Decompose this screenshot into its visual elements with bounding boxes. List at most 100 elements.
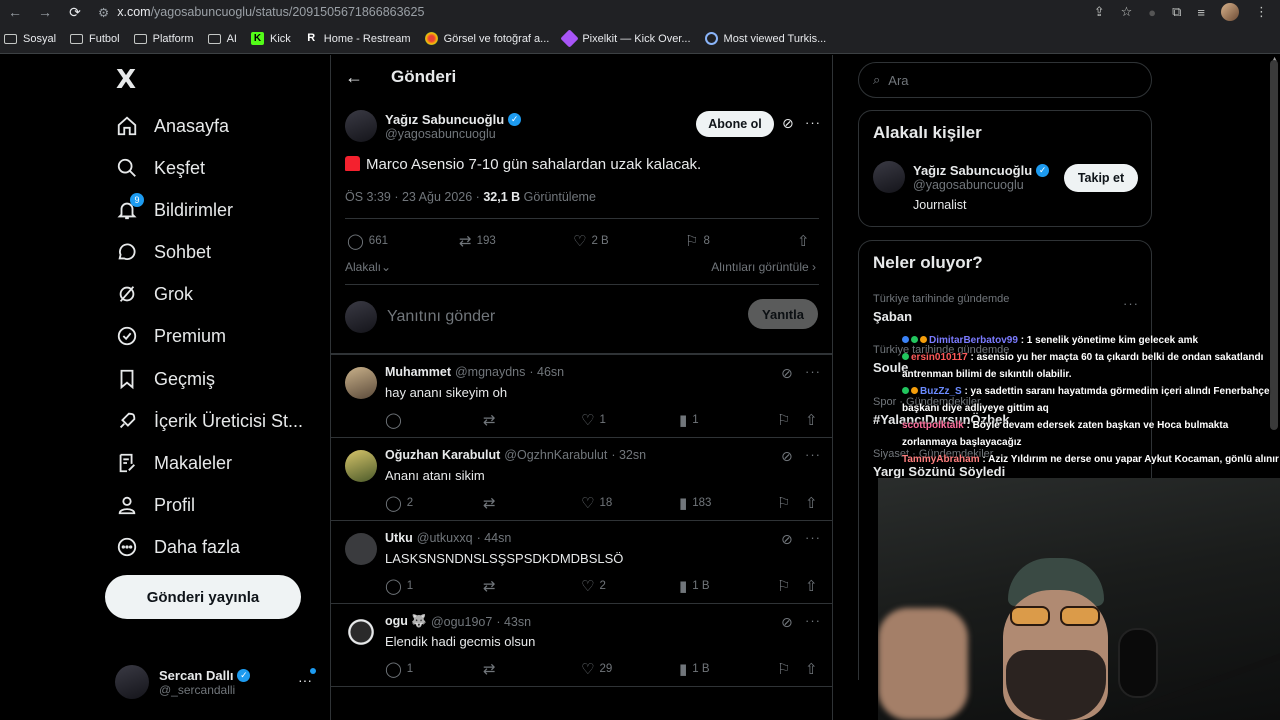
- avatar[interactable]: [345, 616, 377, 648]
- reply-button[interactable]: Yanıtla: [748, 299, 818, 329]
- author-name[interactable]: Yağız Sabuncuoğlu: [385, 112, 504, 127]
- bookmark-action[interactable]: ⚐: [777, 577, 790, 595]
- view-quotes-link[interactable]: Alıntıları görüntüle ›: [711, 260, 816, 274]
- more-icon[interactable]: ···: [805, 364, 821, 379]
- nav-articles[interactable]: Makaleler: [116, 444, 232, 482]
- tweet-author[interactable]: Yağız Sabuncuoğlu ✓ @yagosabuncuoglu: [345, 110, 522, 142]
- more-icon[interactable]: ···: [805, 613, 821, 628]
- reply-action[interactable]: ◯ 1: [385, 660, 413, 678]
- author-avatar[interactable]: [345, 110, 377, 142]
- back-arrow-icon[interactable]: ←: [0, 4, 30, 20]
- bookmark-sosyal[interactable]: Sosyal: [4, 33, 56, 45]
- repost-action[interactable]: ⇄: [483, 660, 501, 678]
- grok-icon[interactable]: ⊘: [781, 448, 793, 465]
- reply-time[interactable]: · 46sn: [529, 365, 564, 379]
- nav-more[interactable]: Daha fazla: [116, 528, 240, 566]
- bookmark-ai[interactable]: AI: [207, 33, 237, 45]
- grok-icon[interactable]: ⊘: [781, 531, 793, 548]
- views-action[interactable]: ▮ 183: [679, 494, 711, 512]
- like-action[interactable]: ♡ 18: [581, 494, 612, 512]
- reply-item[interactable]: Muhammet @mgnaydns · 46sn ⊘ ··· hay ananı …: [331, 354, 832, 437]
- reply-author-name[interactable]: Oğuzhan Karabulut: [385, 448, 500, 462]
- more-icon[interactable]: ···: [298, 672, 312, 688]
- like-action[interactable]: ♡ 29: [581, 660, 612, 678]
- person-name[interactable]: Yağız Sabuncuoğlu: [913, 163, 1032, 178]
- reply-author-name[interactable]: Utku: [385, 531, 413, 545]
- profile-avatar[interactable]: [1221, 3, 1239, 21]
- reply-action[interactable]: ◯: [385, 411, 407, 429]
- reply-time[interactable]: · 32sn: [611, 448, 646, 462]
- bookmark-action[interactable]: ⚐ 8: [685, 232, 710, 250]
- search-input[interactable]: ⌕ Ara: [858, 62, 1152, 98]
- more-icon[interactable]: ···: [805, 115, 821, 130]
- share-action[interactable]: ⇧: [805, 577, 818, 595]
- nav-creator-studio[interactable]: İçerik Üreticisi St...: [116, 402, 303, 440]
- nav-premium[interactable]: Premium: [116, 317, 226, 355]
- nav-grok[interactable]: Grok: [116, 275, 193, 313]
- sort-dropdown[interactable]: Alakalı⌄: [345, 260, 391, 274]
- account-switcher[interactable]: Sercan Dallı ✓ @_sercandalli ···: [115, 662, 320, 702]
- timestamp[interactable]: ÖS 3:39 · 23 Ağu 2026 ·: [345, 190, 480, 204]
- forward-arrow-icon[interactable]: →: [30, 4, 60, 20]
- avatar[interactable]: [345, 450, 377, 482]
- nav-home[interactable]: Anasayfa: [116, 107, 229, 145]
- nav-notifications[interactable]: 9 Bildirimler: [116, 191, 233, 229]
- bookmark-restream[interactable]: R Home - Restream: [305, 32, 410, 45]
- reply-time[interactable]: · 43sn: [496, 615, 531, 629]
- media-controls-icon[interactable]: ≡: [1197, 5, 1205, 20]
- reply-item[interactable]: Utku @utkuxxq · 44sn ⊘ ··· LASKSNSNDNSLSŞS…: [331, 520, 832, 603]
- share-action[interactable]: ⇧: [805, 411, 818, 429]
- share-action[interactable]: ⇧: [805, 660, 818, 678]
- bookmark-kick[interactable]: K Kick: [250, 32, 291, 45]
- subscribe-button[interactable]: Abone ol: [696, 111, 774, 137]
- share-action[interactable]: ⇧: [805, 494, 818, 512]
- more-icon[interactable]: ···: [805, 447, 821, 462]
- nav-history[interactable]: Geçmiş: [116, 360, 215, 398]
- repost-action[interactable]: ⇄: [483, 577, 501, 595]
- trend-item[interactable]: Türkiye tarihinde gündemde Şaban: [873, 293, 1009, 324]
- install-app-icon[interactable]: ⇪: [1094, 4, 1105, 20]
- reply-item[interactable]: Oğuzhan Karabulut @OgzhnKarabulut · 32sn ⊘…: [331, 437, 832, 520]
- bookmark-action[interactable]: ⚐: [777, 494, 790, 512]
- views-action[interactable]: ▮ 1: [679, 411, 699, 429]
- bookmark-action[interactable]: ⚐: [777, 660, 790, 678]
- menu-icon[interactable]: ⋮: [1255, 4, 1268, 20]
- nav-explore[interactable]: Keşfet: [116, 149, 205, 187]
- like-action[interactable]: ♡ 1: [581, 411, 606, 429]
- reply-time[interactable]: · 44sn: [477, 531, 512, 545]
- bookmark-most-viewed[interactable]: Most viewed Turkis...: [704, 32, 826, 45]
- grok-icon[interactable]: ⊘: [781, 365, 793, 382]
- x-logo-icon[interactable]: X: [116, 65, 136, 95]
- post-button[interactable]: Gönderi yayınla: [105, 575, 301, 619]
- reload-icon[interactable]: ⟳: [60, 4, 90, 21]
- share-action[interactable]: ⇧: [797, 232, 810, 250]
- nav-profile[interactable]: Profil: [116, 486, 195, 524]
- person-avatar[interactable]: [873, 161, 905, 193]
- views-action[interactable]: ▮ 1 B: [679, 577, 710, 595]
- like-action[interactable]: ♡ 2: [581, 577, 606, 595]
- bookmark-pixelkit[interactable]: Pixelkit — Kick Over...: [560, 29, 691, 48]
- back-arrow-icon[interactable]: ←: [345, 67, 363, 88]
- like-action[interactable]: ♡ 2 B: [573, 232, 609, 250]
- star-icon[interactable]: ☆: [1121, 4, 1133, 20]
- reply-author-name[interactable]: ogu 🐺: [385, 614, 427, 629]
- reply-input[interactable]: Yanıtını gönder: [387, 308, 495, 326]
- reply-action[interactable]: ◯ 2: [385, 494, 413, 512]
- bookmark-platform[interactable]: Platform: [133, 33, 194, 45]
- avatar[interactable]: [345, 367, 377, 399]
- bookmark-futbol[interactable]: Futbol: [70, 33, 120, 45]
- bookmark-gorsel[interactable]: Görsel ve fotoğraf a...: [424, 32, 549, 45]
- reply-action[interactable]: ◯ 661: [347, 232, 388, 250]
- repost-action[interactable]: ⇄ 193: [459, 232, 496, 250]
- repost-action[interactable]: ⇄: [483, 411, 501, 429]
- grok-icon[interactable]: ⊘: [782, 115, 794, 132]
- more-icon[interactable]: ···: [805, 530, 821, 545]
- address-bar[interactable]: ⚙ x.com/yagosabuncuoglu/status/209150567…: [98, 5, 424, 20]
- nav-chat[interactable]: Sohbet: [116, 233, 211, 271]
- bookmark-action[interactable]: ⚐: [777, 411, 790, 429]
- views-action[interactable]: ▮ 1 B: [679, 660, 710, 678]
- avatar[interactable]: [345, 533, 377, 565]
- reply-author-name[interactable]: Muhammet: [385, 365, 451, 379]
- extension-dot-icon[interactable]: ●: [1148, 5, 1156, 20]
- reply-action[interactable]: ◯ 1: [385, 577, 413, 595]
